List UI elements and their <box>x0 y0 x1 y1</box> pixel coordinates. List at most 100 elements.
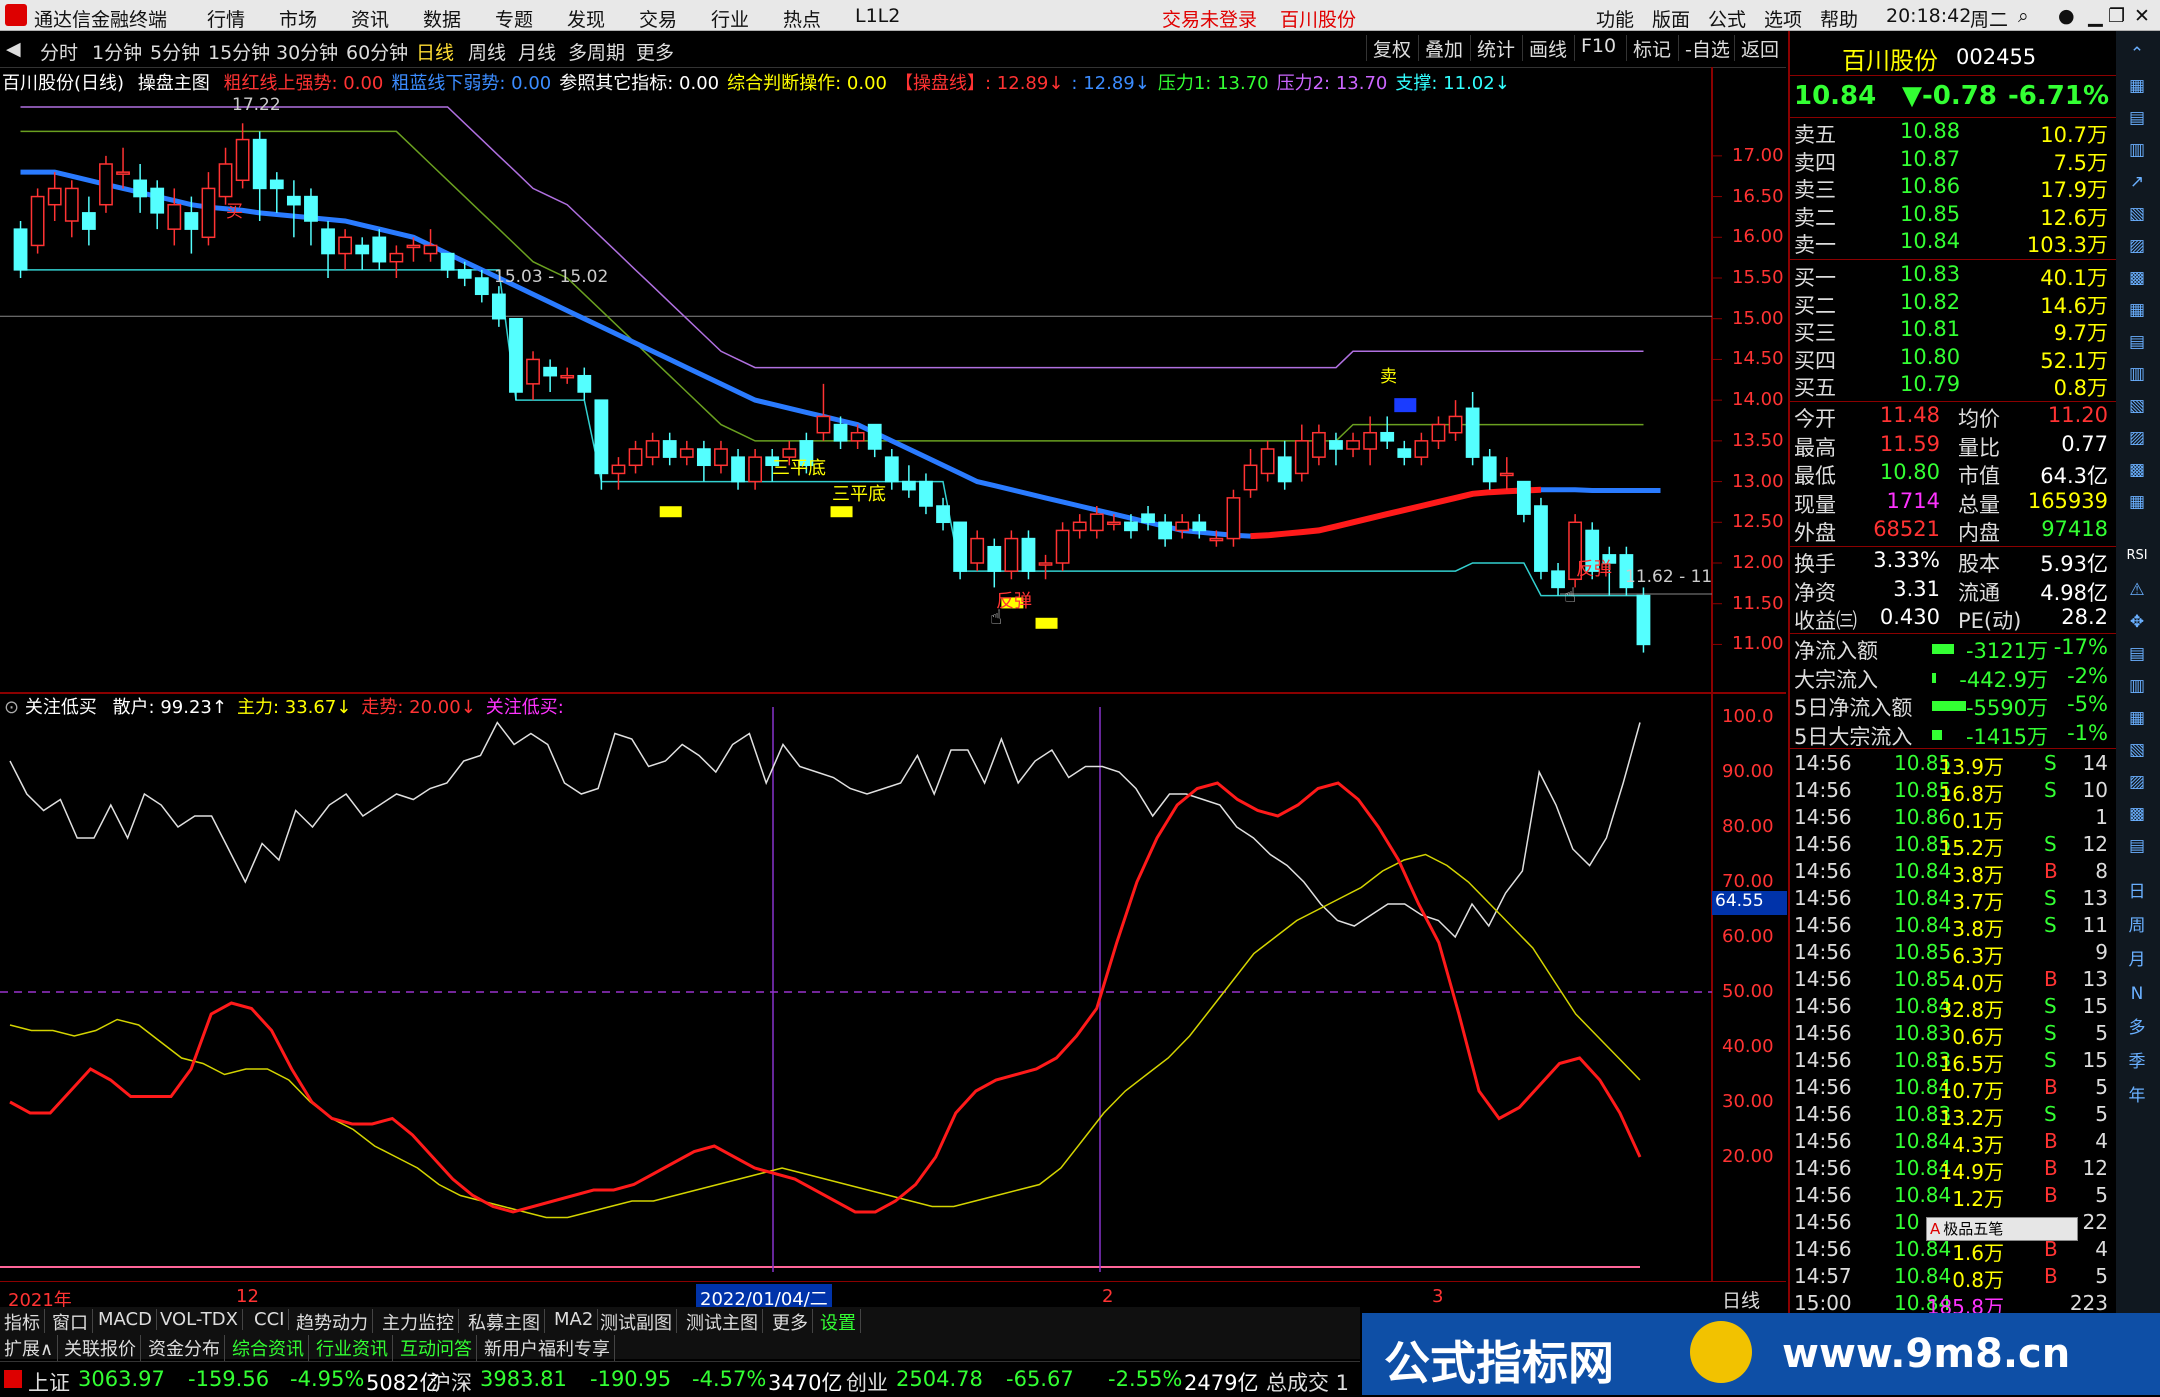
biaoji-button[interactable]: 标记 <box>1626 35 1677 61</box>
period-15min[interactable]: 15分钟 <box>208 38 270 65</box>
bottom-tab[interactable]: 主力监控 <box>378 1309 459 1335</box>
menu-item-redian[interactable]: 热点 <box>783 5 821 32</box>
restore-icon[interactable]: ❐ <box>2108 5 2125 27</box>
move-icon[interactable]: ✥ <box>2122 607 2152 637</box>
period-monthly[interactable]: 月线 <box>518 38 556 65</box>
menu-item-zixun[interactable]: 资讯 <box>351 5 389 32</box>
chart-icon[interactable]: ▤ <box>2122 327 2152 357</box>
bottom-tab[interactable]: 设置 <box>816 1309 861 1335</box>
menu-item-hangqing[interactable]: 行情 <box>207 5 245 32</box>
warning-icon[interactable]: ⚠ <box>2122 575 2152 605</box>
menu-item-gongshi[interactable]: 公式 <box>1708 5 1746 32</box>
period-weekly[interactable]: 周线 <box>468 38 506 65</box>
info-tab[interactable]: 行业资讯 <box>312 1335 393 1361</box>
bottom-tab[interactable]: 趋势动力 <box>292 1309 373 1335</box>
period-n-button[interactable]: N <box>2122 979 2152 1009</box>
chart-icon[interactable]: ▥ <box>2122 359 2152 389</box>
menu-item-gongneng[interactable]: 功能 <box>1596 5 1634 32</box>
period-5min[interactable]: 5分钟 <box>150 38 200 65</box>
chart-icon[interactable]: ▧ <box>2122 199 2152 229</box>
ime-toolbar[interactable]: A 极品五笔 <box>1926 1217 2078 1241</box>
period-multi[interactable]: 多周期 <box>568 38 625 65</box>
info-tab[interactable]: 关联报价 <box>60 1335 141 1361</box>
huaxian-button[interactable]: 画线 <box>1522 35 1573 61</box>
chart-icon[interactable]: ▥ <box>2122 135 2152 165</box>
chart-icon[interactable]: ▨ <box>2122 423 2152 453</box>
info-tab[interactable]: 资金分布 <box>144 1335 225 1361</box>
bottom-tab[interactable]: 测试副图 <box>596 1309 677 1335</box>
period-day-button[interactable]: 日 <box>2122 877 2152 907</box>
add-favorite-button[interactable]: -自选 <box>1678 35 1736 61</box>
index-name[interactable]: 沪深 <box>430 1367 472 1397</box>
kline-chart[interactable] <box>0 67 1786 1282</box>
chart-icon[interactable]: ▥ <box>2122 671 2152 701</box>
chart-icon[interactable]: ▩ <box>2122 263 2152 293</box>
chart-icon[interactable]: ▧ <box>2122 735 2152 765</box>
chart-icon[interactable]: ▦ <box>2122 295 2152 325</box>
menu-item-bangzhu[interactable]: 帮助 <box>1820 5 1858 32</box>
bottom-tab[interactable]: MACD <box>94 1309 157 1330</box>
chart-icon[interactable]: ▨ <box>2122 231 2152 261</box>
login-status[interactable]: 交易未登录 <box>1162 5 1257 32</box>
period-more[interactable]: 更多 <box>636 38 674 65</box>
menu-item-xuanxiang[interactable]: 选项 <box>1764 5 1802 32</box>
period-year-button[interactable]: 年 <box>2122 1081 2152 1111</box>
info-tab[interactable]: 扩展∧ <box>0 1335 59 1361</box>
f10-button[interactable]: F10 <box>1574 35 1622 61</box>
period-multi-button[interactable]: 多 <box>2122 1013 2152 1043</box>
tongji-button[interactable]: 统计 <box>1470 35 1521 61</box>
period-30min[interactable]: 30分钟 <box>276 38 338 65</box>
period-month-button[interactable]: 月 <box>2122 945 2152 975</box>
collapse-icon[interactable]: ⊙ <box>4 697 19 718</box>
menu-item-shuju[interactable]: 数据 <box>423 5 461 32</box>
grid-icon[interactable]: ▦ <box>2122 71 2152 101</box>
search-icon[interactable]: ⌕ <box>2018 5 2029 27</box>
trend-icon[interactable]: ↗ <box>2122 167 2152 197</box>
sub-indicator-name[interactable]: 关注低买 <box>25 697 97 718</box>
chart-area[interactable]: 百川股份(日线) 操盘主图 粗红线上强势: 0.00 粗蓝线下弱势: 0.00 参照… <box>0 67 1787 1312</box>
menu-item-jiaoyi[interactable]: 交易 <box>639 5 677 32</box>
bottom-tab[interactable]: 指标 <box>0 1309 45 1335</box>
chart-icon[interactable]: ▨ <box>2122 767 2152 797</box>
minimize-icon[interactable]: ▁ <box>2088 5 2103 27</box>
close-icon[interactable]: ✕ <box>2134 5 2150 27</box>
menu-item-hangye[interactable]: 行业 <box>711 5 749 32</box>
bottom-tab[interactable]: 测试主图 <box>682 1309 763 1335</box>
bottom-tab[interactable]: 窗口 <box>48 1309 93 1335</box>
legend-formula[interactable]: 操盘主图 <box>138 73 210 94</box>
bottom-tab[interactable]: CCI <box>250 1309 290 1330</box>
period-week-button[interactable]: 周 <box>2122 911 2152 941</box>
return-button[interactable]: 返回 <box>1734 35 1785 61</box>
period-1min[interactable]: 1分钟 <box>92 38 142 65</box>
menu-item-banmian[interactable]: 版面 <box>1652 5 1690 32</box>
info-tab[interactable]: 互动问答 <box>396 1335 477 1361</box>
menu-item-shichang[interactable]: 市场 <box>279 5 317 32</box>
period-season-button[interactable]: 季 <box>2122 1047 2152 1077</box>
chart-icon[interactable]: ▦ <box>2122 703 2152 733</box>
period-fenshi[interactable]: 分时 <box>40 38 78 65</box>
bottom-tab[interactable]: 私募主图 <box>464 1309 545 1335</box>
period-60min[interactable]: 60分钟 <box>346 38 408 65</box>
menu-item-faxian[interactable]: 发现 <box>567 5 605 32</box>
menu-item-zhuanti[interactable]: 专题 <box>495 5 533 32</box>
chart-icon[interactable]: ▤ <box>2122 103 2152 133</box>
rsi-button[interactable]: RSI <box>2122 541 2152 571</box>
chart-icon[interactable]: ▤ <box>2122 831 2152 861</box>
chart-icon[interactable]: ▩ <box>2122 455 2152 485</box>
collapse-up-icon[interactable]: ⌃ <box>2122 39 2152 69</box>
chart-icon[interactable]: ▤ <box>2122 639 2152 669</box>
index-name[interactable]: 创业 <box>846 1367 888 1397</box>
period-daily[interactable]: 日线 <box>416 38 454 65</box>
chart-icon[interactable]: ▧ <box>2122 391 2152 421</box>
fuquan-button[interactable]: 复权 <box>1366 35 1417 61</box>
index-name[interactable]: 上证 <box>28 1367 70 1397</box>
bottom-tab[interactable]: VOL-TDX <box>156 1309 243 1330</box>
chart-icon[interactable]: ▦ <box>2122 487 2152 517</box>
menu-item-l1l2[interactable]: L1L2 <box>855 5 900 27</box>
back-icon[interactable]: ◀ <box>6 38 21 60</box>
bottom-tab[interactable]: MA2 <box>550 1309 599 1330</box>
diejia-button[interactable]: 叠加 <box>1418 35 1469 61</box>
info-tab[interactable]: 综合资讯 <box>228 1335 309 1361</box>
bottom-tab[interactable]: 更多 <box>768 1309 813 1335</box>
chart-icon[interactable]: ▩ <box>2122 799 2152 829</box>
